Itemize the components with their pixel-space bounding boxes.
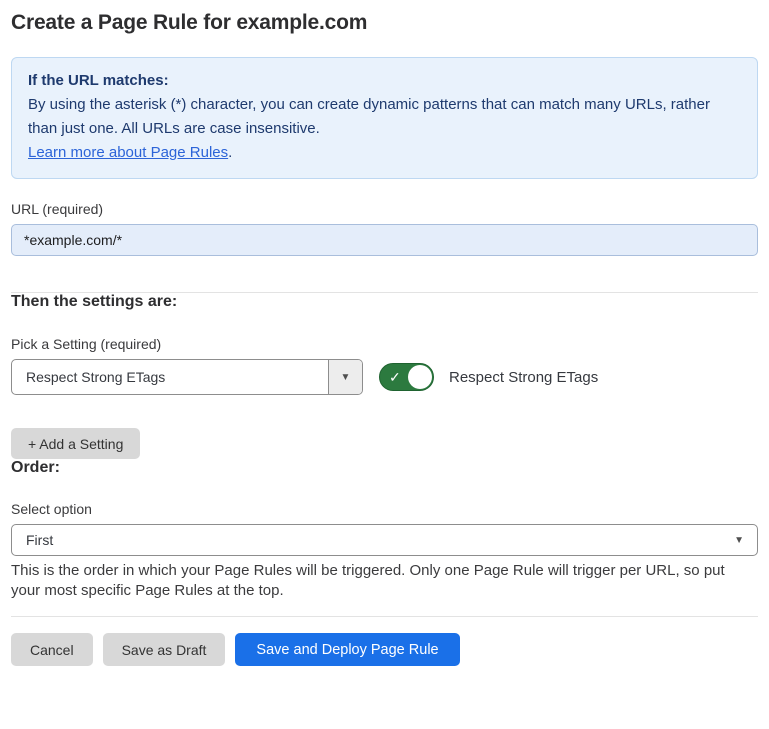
learn-more-link[interactable]: Learn more about Page Rules (28, 144, 228, 161)
setting-select[interactable]: Respect Strong ETags ▼ (11, 359, 363, 395)
checkmark-icon: ✓ (389, 370, 401, 384)
info-box-link-line: Learn more about Page Rules. (28, 141, 741, 165)
order-select-label: Select option (11, 501, 758, 517)
settings-heading: Then the settings are: (11, 293, 758, 311)
add-setting-button[interactable]: + Add a Setting (11, 428, 140, 459)
order-select[interactable]: First ▼ (11, 524, 758, 556)
cancel-button[interactable]: Cancel (11, 633, 93, 666)
setting-select-arrow-button[interactable]: ▼ (328, 360, 362, 394)
url-match-info-box: If the URL matches: By using the asteris… (11, 57, 758, 179)
toggle-knob (408, 365, 432, 389)
page-rule-form: Create a Page Rule for example.com If th… (0, 11, 769, 666)
setting-toggle[interactable]: ✓ (379, 363, 434, 391)
pick-setting-label: Pick a Setting (required) (11, 336, 758, 352)
url-input[interactable] (11, 224, 758, 256)
chevron-down-icon: ▼ (734, 535, 744, 546)
toggle-label: Respect Strong ETags (449, 369, 598, 386)
page-title: Create a Page Rule for example.com (11, 11, 758, 35)
info-box-body-text: By using the asterisk (*) character, you… (28, 96, 710, 137)
order-heading: Order: (11, 459, 758, 477)
save-and-deploy-button[interactable]: Save and Deploy Page Rule (235, 633, 459, 666)
save-as-draft-button[interactable]: Save as Draft (103, 633, 226, 666)
footer-actions: Cancel Save as Draft Save and Deploy Pag… (11, 633, 758, 666)
order-help-text: This is the order in which your Page Rul… (11, 561, 741, 600)
chevron-down-icon: ▼ (341, 372, 351, 383)
url-label: URL (required) (11, 201, 758, 217)
setting-row: Respect Strong ETags ▼ ✓ Respect Strong … (11, 359, 758, 395)
link-suffix: . (228, 144, 232, 161)
info-box-heading: If the URL matches: (28, 69, 741, 93)
footer-divider (11, 616, 758, 617)
order-select-value: First (26, 532, 53, 548)
info-box-body: By using the asterisk (*) character, you… (28, 93, 741, 141)
setting-select-value: Respect Strong ETags (12, 360, 328, 394)
